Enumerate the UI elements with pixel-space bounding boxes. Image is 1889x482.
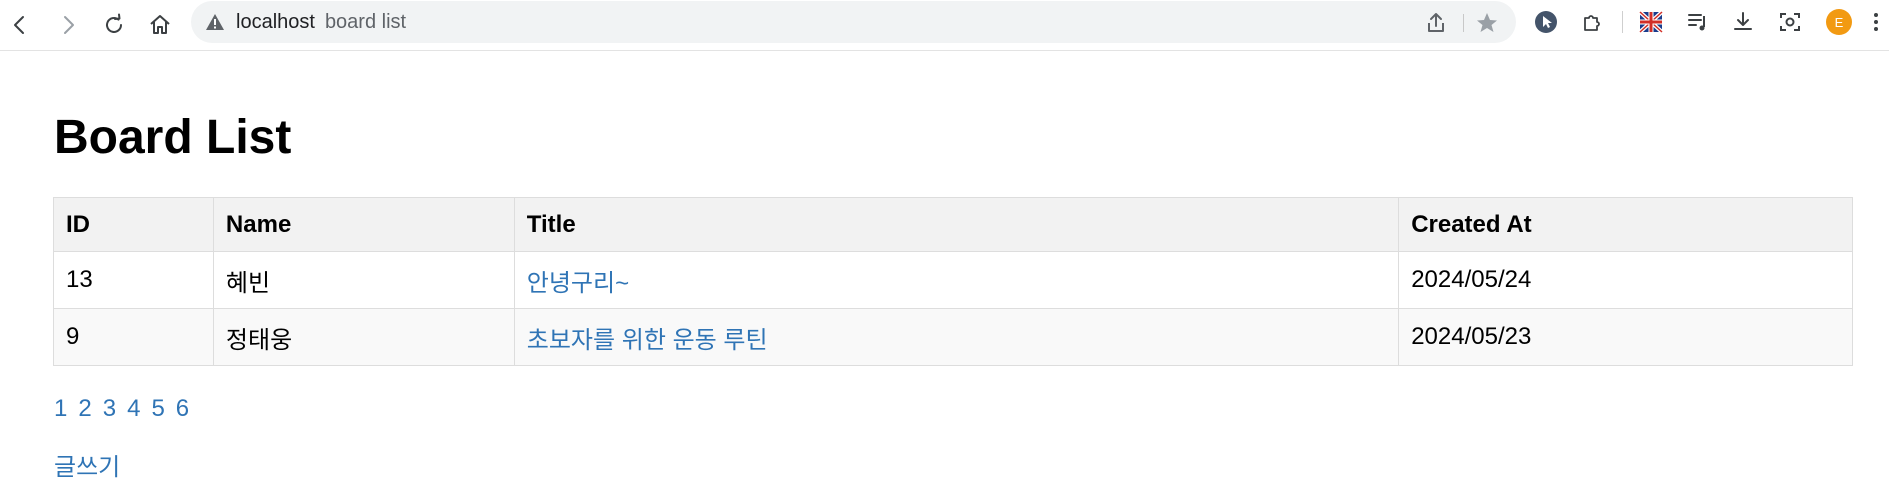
profile-avatar[interactable]: E — [1826, 9, 1852, 35]
cell-id: 9 — [53, 308, 214, 366]
cell-name: 혜빈 — [212, 251, 515, 309]
post-title-link[interactable]: 초보자를 위한 운동 루틴 — [527, 327, 768, 354]
download-icon — [1734, 12, 1752, 30]
board-table: ID Name Title Created At 13 혜빈 안녕구리~ 202… — [53, 197, 1853, 366]
camera-frame-icon — [1780, 13, 1800, 31]
url-text[interactable]: localhost board list — [236, 1, 406, 43]
table-header-row: ID Name Title Created At — [53, 197, 1853, 252]
post-title-link[interactable]: 안녕구리~ — [527, 270, 629, 297]
star-icon — [1477, 13, 1497, 32]
address-bar[interactable]: localhost board list — [191, 1, 1516, 43]
home-button[interactable] — [142, 7, 178, 43]
avatar-letter: E — [1834, 14, 1844, 30]
home-icon — [150, 15, 170, 34]
extensions-button[interactable] — [1579, 8, 1607, 36]
reload-button[interactable] — [96, 7, 132, 43]
page-link-5[interactable]: 5 — [151, 395, 164, 422]
page-link-6[interactable]: 6 — [176, 395, 189, 422]
playlist-icon — [1688, 14, 1705, 31]
cell-created-at: 2024/05/23 — [1398, 308, 1853, 366]
back-button[interactable] — [2, 7, 38, 43]
cell-id: 13 — [53, 251, 214, 309]
extension-cursor-button[interactable] — [1532, 8, 1560, 36]
pagination: 123456 — [54, 395, 200, 423]
page-link-1[interactable]: 1 — [54, 395, 67, 422]
cell-title: 초보자를 위한 운동 루틴 — [513, 308, 1400, 366]
puzzle-icon — [1584, 15, 1600, 31]
back-arrow-icon — [14, 16, 24, 34]
forward-arrow-icon — [64, 16, 74, 34]
write-post-link[interactable]: 글쓰기 — [54, 447, 120, 482]
uk-flag-icon — [1639, 10, 1663, 34]
downloads-button[interactable] — [1729, 8, 1757, 36]
reload-icon — [106, 13, 122, 33]
header-name: Name — [212, 197, 515, 252]
table-row: 13 혜빈 안녕구리~ 2024/05/24 — [53, 251, 1853, 309]
screenshot-button[interactable] — [1776, 8, 1804, 36]
cell-created-at: 2024/05/24 — [1398, 251, 1853, 309]
cell-title: 안녕구리~ — [513, 251, 1400, 309]
url-path: board list — [324, 11, 407, 33]
url-host: localhost — [236, 11, 315, 33]
forward-button[interactable] — [50, 7, 86, 43]
header-created-at: Created At — [1398, 197, 1853, 252]
header-id: ID — [53, 197, 214, 252]
share-button[interactable] — [1423, 10, 1449, 36]
page-link-4[interactable]: 4 — [127, 395, 140, 422]
bookmark-button[interactable] — [1474, 10, 1500, 36]
kebab-menu-icon — [1874, 13, 1878, 31]
header-title: Title — [513, 197, 1400, 252]
browser-menu-button[interactable] — [1866, 8, 1886, 36]
page-link-3[interactable]: 3 — [103, 395, 116, 422]
not-secure-warning-icon[interactable] — [205, 12, 225, 32]
media-queue-button[interactable] — [1684, 8, 1712, 36]
page-title: Board List — [54, 111, 292, 164]
page-link-2[interactable]: 2 — [78, 395, 91, 422]
share-icon — [1428, 13, 1444, 32]
omnibox-divider — [1463, 14, 1464, 32]
toolbar-divider — [1622, 11, 1623, 33]
browser-toolbar: localhost board list E — [0, 0, 1889, 51]
table-row: 9 정태웅 초보자를 위한 운동 루틴 2024/05/23 — [53, 308, 1853, 366]
language-extension-button[interactable] — [1637, 8, 1665, 36]
cursor-extension-icon — [1535, 11, 1557, 33]
cell-name: 정태웅 — [212, 308, 515, 366]
